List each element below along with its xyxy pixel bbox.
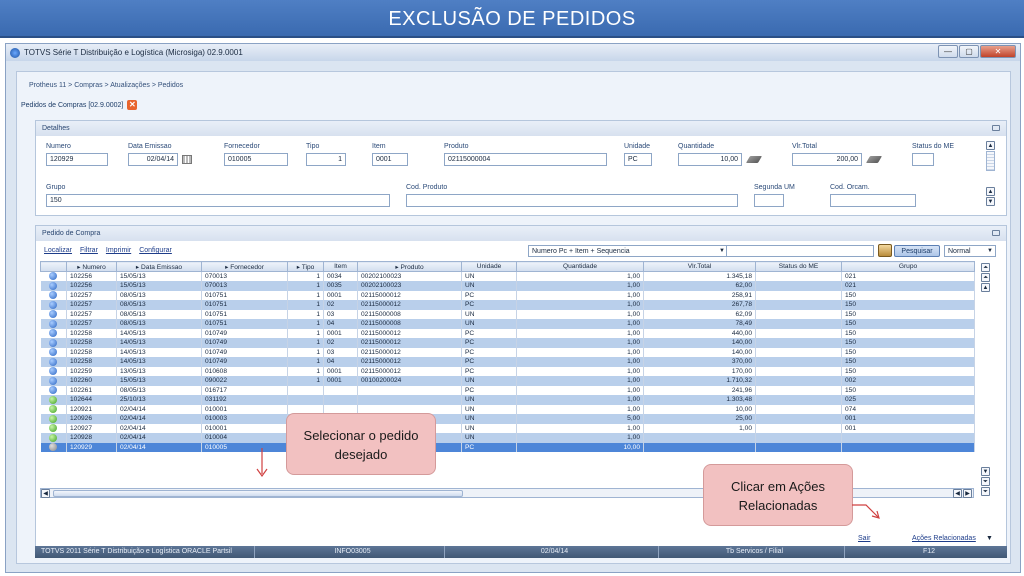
annotation-arrows <box>256 448 880 519</box>
arrow-to-actions-line <box>852 504 879 518</box>
